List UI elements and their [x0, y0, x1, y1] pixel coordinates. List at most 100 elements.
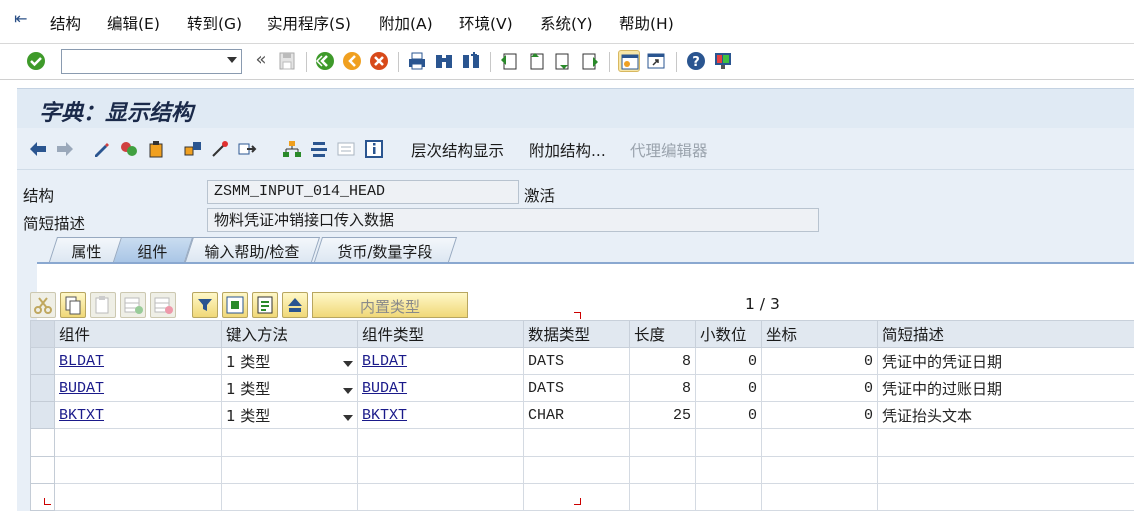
find-next-icon[interactable]	[460, 50, 482, 72]
select-all-cell[interactable]	[30, 320, 55, 348]
row-selector[interactable]	[30, 374, 55, 403]
tab-currency-quantity[interactable]: 货币/数量字段	[313, 237, 458, 262]
coordinate-cell: 0	[761, 374, 878, 403]
tab-components[interactable]: 组件	[112, 237, 194, 262]
expand-icon[interactable]	[222, 292, 248, 318]
arrow-left-icon[interactable]	[27, 138, 49, 160]
menu-edit[interactable]: 编辑(E)	[107, 12, 160, 34]
details-icon[interactable]	[252, 292, 278, 318]
structure-label: 结构	[23, 187, 55, 205]
column-header[interactable]: 小数位	[695, 320, 762, 348]
column-header[interactable]: 组件类型	[357, 320, 524, 348]
hierarchy-display-button[interactable]: 层次结构显示	[411, 139, 504, 161]
pager: 1 / 3	[745, 295, 780, 313]
arrow-right-icon[interactable]	[54, 138, 76, 160]
grid-toolbar: 内置类型	[30, 292, 490, 322]
save-icon[interactable]	[276, 50, 298, 72]
cut-icon[interactable]	[30, 292, 56, 318]
menu-system[interactable]: 系统(Y)	[540, 12, 593, 34]
where-used-icon[interactable]	[236, 138, 258, 160]
filter-icon[interactable]	[192, 292, 218, 318]
hierarchy-icon[interactable]	[281, 138, 303, 160]
range-corner-marker	[574, 498, 581, 505]
copy-icon[interactable]	[60, 292, 86, 318]
collapse-icon[interactable]	[282, 292, 308, 318]
menu-environment[interactable]: 环境(V)	[459, 12, 513, 34]
chevron-down-icon[interactable]	[227, 57, 237, 63]
proxy-editor-button[interactable]: 代理编辑器	[630, 139, 708, 161]
menu-extras[interactable]: 附加(A)	[379, 12, 433, 34]
list-disabled-icon[interactable]	[335, 138, 357, 160]
exit-icon[interactable]	[341, 50, 363, 72]
paste-icon[interactable]	[90, 292, 116, 318]
command-field[interactable]	[61, 49, 242, 74]
column-header[interactable]: 数据类型	[523, 320, 630, 348]
components-table: 组件 键入方法 组件类型 数据类型 长度 小数位 坐标 简短描述 BLDAT 1…	[30, 320, 1134, 511]
previous-page-icon[interactable]	[525, 50, 547, 72]
component-type-cell[interactable]: BUDAT	[357, 374, 524, 403]
component-type-cell[interactable]: BKTXT	[357, 401, 524, 430]
column-header[interactable]: 简短描述	[877, 320, 1134, 348]
column-header[interactable]: 键入方法	[221, 320, 358, 348]
row-selector[interactable]	[30, 455, 55, 484]
wand-icon[interactable]	[209, 138, 231, 160]
find-icon[interactable]	[433, 50, 455, 72]
help-icon[interactable]: ?	[685, 50, 707, 72]
info-icon[interactable]	[363, 138, 385, 160]
insert-row-icon[interactable]	[120, 292, 146, 318]
column-header[interactable]: 组件	[54, 320, 222, 348]
component-cell[interactable]: BKTXT	[54, 401, 222, 430]
row-selector[interactable]	[30, 401, 55, 430]
builtin-type-button[interactable]: 内置类型	[312, 292, 468, 318]
enter-check-icon[interactable]	[25, 50, 47, 72]
data-type-cell: DATS	[523, 374, 630, 403]
row-selector[interactable]	[30, 428, 55, 457]
display-change-icon[interactable]	[91, 138, 113, 160]
cancel-icon[interactable]	[368, 50, 390, 72]
check-icon[interactable]	[182, 138, 204, 160]
chevron-down-icon[interactable]	[343, 360, 353, 367]
component-cell[interactable]: BUDAT	[54, 374, 222, 403]
structure-name-field[interactable]: ZSMM_INPUT_014_HEAD	[207, 180, 519, 204]
create-session-icon[interactable]	[618, 50, 640, 72]
short-description-field[interactable]: 物料凭证冲销接口传入数据	[207, 208, 819, 232]
print-icon[interactable]	[406, 50, 428, 72]
layout-icon[interactable]	[712, 50, 734, 72]
append-structure-button[interactable]: 附加结构...	[529, 139, 606, 161]
first-page-icon[interactable]	[498, 50, 520, 72]
menu-bar: ⇤ 结构 编辑(E) 转到(G) 实用程序(S) 附加(A) 环境(V) 系统(…	[0, 0, 1134, 44]
typing-method-cell[interactable]: 1 类型	[221, 401, 358, 430]
menu-utilities[interactable]: 实用程序(S)	[267, 12, 351, 34]
shortcut-icon[interactable]	[645, 50, 667, 72]
align-icon[interactable]	[308, 138, 330, 160]
short-description-cell: 凭证中的过账日期	[877, 374, 1134, 403]
component-cell[interactable]: BLDAT	[54, 346, 222, 376]
chevron-down-icon[interactable]	[343, 387, 353, 394]
standard-toolbar: « ?	[0, 44, 1134, 80]
short-description-cell: 凭证中的凭证日期	[877, 346, 1134, 376]
back-icon[interactable]	[314, 50, 336, 72]
menu-goto[interactable]: 转到(G)	[187, 12, 242, 34]
title-bar: 字典：显示结构	[17, 88, 1134, 128]
row-selector[interactable]	[30, 482, 55, 511]
row-selector[interactable]	[30, 346, 55, 376]
last-page-icon[interactable]	[579, 50, 601, 72]
menu-structure[interactable]: 结构	[50, 12, 81, 34]
coordinate-cell: 0	[761, 346, 878, 376]
next-page-icon[interactable]	[552, 50, 574, 72]
typing-method-cell[interactable]: 1 类型	[221, 374, 358, 403]
length-cell: 8	[629, 374, 696, 403]
column-header[interactable]: 长度	[629, 320, 696, 348]
activate-icon[interactable]	[145, 138, 167, 160]
system-menu-icon[interactable]: ⇤	[14, 10, 32, 28]
decimals-cell: 0	[695, 346, 762, 376]
tab-input-help-check[interactable]: 输入帮助/检查	[184, 237, 321, 262]
column-header[interactable]: 坐标	[761, 320, 878, 348]
component-type-cell[interactable]: BLDAT	[357, 346, 524, 376]
active-inactive-icon[interactable]	[118, 138, 140, 160]
typing-method-cell[interactable]: 1 类型	[221, 346, 358, 376]
chevron-down-icon[interactable]	[343, 414, 353, 421]
menu-help[interactable]: 帮助(H)	[619, 12, 674, 34]
delete-row-icon[interactable]	[150, 292, 176, 318]
back-double-arrow-icon[interactable]: «	[250, 50, 272, 72]
